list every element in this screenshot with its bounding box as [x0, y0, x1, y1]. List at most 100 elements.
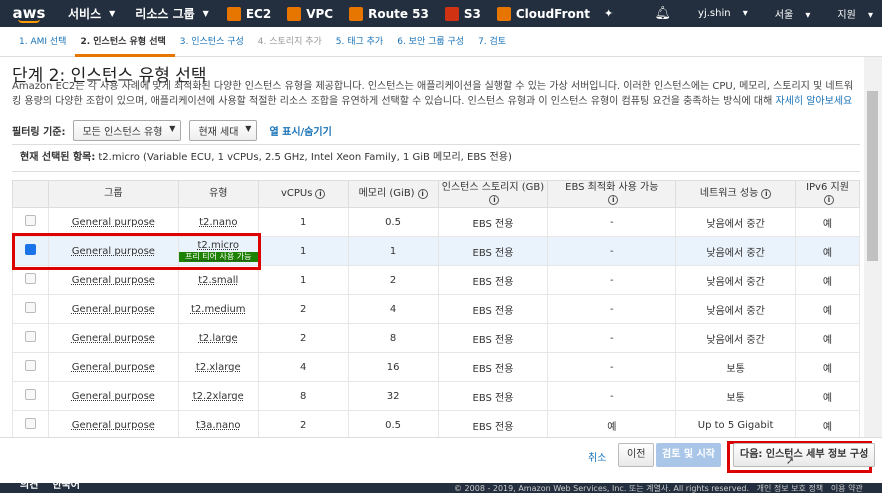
cell-storage: EBS 전용 [437, 352, 549, 382]
cell-value: General purpose [71, 303, 155, 315]
cell-value: 예 [822, 247, 833, 259]
row-checkbox[interactable] [24, 273, 36, 284]
info-icon[interactable]: i [417, 189, 428, 199]
language-link[interactable]: 한국어 [52, 483, 80, 491]
header-label: 네트워크 성능 [699, 188, 759, 199]
info-icon[interactable]: i [489, 195, 500, 205]
pinned-vpc[interactable]: VPC [279, 6, 341, 21]
header-type[interactable]: 유형 [177, 180, 259, 208]
row-checkbox[interactable] [24, 215, 36, 226]
instance-family-select[interactable]: 모든 인스턴스 유형 ▼ [73, 119, 182, 141]
feedback-link[interactable]: 의견 [20, 483, 38, 491]
pin-icon[interactable]: ✦ [604, 7, 613, 20]
row-checkbox[interactable] [24, 302, 36, 313]
review-and-launch-button[interactable]: 검토 및 시작 [656, 443, 721, 467]
header-network[interactable]: 네트워크 성능 i [675, 180, 797, 208]
wizard-steps: 1. AMI 선택 2. 인스턴스 유형 선택 3. 인스턴스 구성 4. 스토… [0, 27, 882, 57]
info-icon[interactable]: i [608, 195, 619, 205]
cell-value: 예 [822, 363, 833, 375]
info-icon[interactable]: i [315, 189, 326, 199]
cell-memory: 1 [347, 236, 439, 266]
learn-more-link[interactable]: 자세히 알아보세요 [775, 96, 852, 107]
cell-value: 낮음에서 중간 [706, 334, 765, 346]
cell-vcpus: 2 [257, 410, 349, 437]
copyright-text: © 2008 - 2019, Amazon Web Services, Inc.… [454, 484, 750, 493]
cell-memory: 32 [347, 381, 439, 411]
cell-value: t2.small [198, 274, 239, 286]
cell-value: 1 [389, 245, 397, 257]
step-ami[interactable]: 1. AMI 선택 [14, 27, 75, 57]
cell-ipv6: 예 [795, 265, 860, 295]
instance-type-table: 그룹 유형 vCPUs i 메모리 (GiB) i 인스턴스 스토리지 (GB)i … [12, 180, 860, 437]
row-checkbox[interactable] [24, 389, 36, 400]
cell-value: 2 [300, 303, 307, 315]
cell-value: 낮음에서 중간 [706, 218, 765, 230]
cancel-button[interactable]: 취소 [588, 449, 606, 464]
region-menu[interactable]: 서울 ▾ [757, 6, 820, 21]
privacy-link[interactable]: 개인 정보 보호 정책 [757, 484, 824, 493]
header-group[interactable]: 그룹 [47, 180, 179, 208]
row-checkbox[interactable] [24, 360, 36, 371]
scrollbar-thumb[interactable] [867, 91, 878, 261]
cell-value: t2.medium [190, 303, 246, 315]
step-tags[interactable]: 5. 태그 추가 [331, 27, 392, 57]
row-checkbox[interactable] [24, 418, 36, 429]
step-security-group[interactable]: 6. 보안 그룹 구성 [392, 27, 473, 57]
cell-ipv6: 예 [795, 323, 860, 353]
cell-value: t2.large [198, 332, 238, 344]
next-configure-details-button[interactable]: 다음: 인스턴스 세부 정보 구성 [733, 443, 876, 467]
user-menu[interactable]: yj.shin ▾ [680, 8, 757, 19]
previous-button[interactable]: 이전 [618, 443, 655, 467]
pinned-s3[interactable]: S3 [437, 6, 489, 21]
cell-value: 예 [822, 305, 833, 317]
cell-value: 예 [822, 421, 833, 433]
support-menu[interactable]: 지원 ▾ [819, 6, 882, 21]
generation-select[interactable]: 현재 세대 ▼ [189, 119, 258, 141]
aws-logo[interactable]: aws [0, 5, 58, 23]
cell-type: t3a.nano [177, 410, 259, 437]
table-row[interactable]: General purpose t2.xlarge 4 16 EBS 전용 - 보통 예 [12, 352, 860, 382]
header-label: 유형 [209, 188, 228, 199]
page-scrollbar[interactable] [864, 57, 882, 437]
ec2-icon [226, 6, 241, 21]
step-configure[interactable]: 3. 인스턴스 구성 [175, 27, 253, 57]
table-row[interactable]: General purpose t2.2xlarge 8 32 EBS 전용 - 보통 예 [12, 381, 860, 411]
current-selection-label: 현재 선택된 항목: [20, 152, 96, 163]
cell-memory: 0.5 [347, 410, 439, 437]
table-row[interactable]: General purpose t2.large 2 8 EBS 전용 - 낮음에서 중간 예 [12, 323, 860, 353]
table-row[interactable]: General purpose t3a.nano 2 0.5 EBS 전용 예 Up to … [12, 410, 860, 437]
cell-value: 0.5 [385, 419, 402, 431]
cell-value: - [609, 216, 614, 228]
services-menu[interactable]: 서비스 ▼ [58, 0, 125, 27]
chevron-down-icon: ▼ [169, 123, 176, 133]
info-icon[interactable]: i [761, 189, 772, 199]
step-instance-type[interactable]: 2. 인스턴스 유형 선택 [75, 27, 175, 57]
pinned-cloudfront[interactable]: CloudFront [489, 6, 598, 21]
row-checkbox[interactable] [24, 331, 36, 342]
table-row[interactable]: General purpose t2.medium 2 4 EBS 전용 - 낮음에서 중간… [12, 294, 860, 324]
bell-icon[interactable]: 🔔︎ [646, 6, 681, 21]
pinned-ec2[interactable]: EC2 [219, 6, 279, 21]
main-content: 단계 2: 인스턴스 유형 선택 Amazon EC2는 각 사용 사례에 맞게… [0, 57, 864, 437]
cell-group: General purpose [47, 381, 179, 411]
resource-groups-menu[interactable]: 리소스 그룹 ▼ [125, 0, 219, 27]
step-review[interactable]: 7. 검토 [473, 27, 515, 57]
show-hide-columns-link[interactable]: 열 표시/숨기기 [269, 123, 331, 138]
header-ebs-optimized[interactable]: EBS 최적화 사용 가능 i [547, 180, 677, 208]
cell-value: 예 [822, 392, 833, 404]
header-memory[interactable]: 메모리 (GiB) i [347, 180, 439, 208]
cell-memory: 0.5 [347, 207, 439, 237]
cell-network: 낮음에서 중간 [675, 265, 797, 295]
terms-link[interactable]: 이용 약관 [831, 484, 863, 493]
step-storage[interactable]: 4. 스토리지 추가 [253, 27, 331, 57]
header-ipv6[interactable]: IPv6 지원 i [795, 180, 860, 208]
header-vcpus[interactable]: vCPUs i [257, 180, 349, 208]
cell-value: 0.5 [385, 216, 402, 228]
pinned-route53[interactable]: Route 53 [341, 6, 437, 21]
pinned-label: S3 [463, 6, 481, 21]
header-label: vCPUs [280, 188, 313, 199]
chevron-down-icon: ▼ [245, 123, 252, 133]
info-icon[interactable]: i [824, 195, 834, 205]
header-instance-storage[interactable]: 인스턴스 스토리지 (GB) i [437, 180, 549, 208]
header-label: IPv6 지원 [806, 182, 849, 193]
